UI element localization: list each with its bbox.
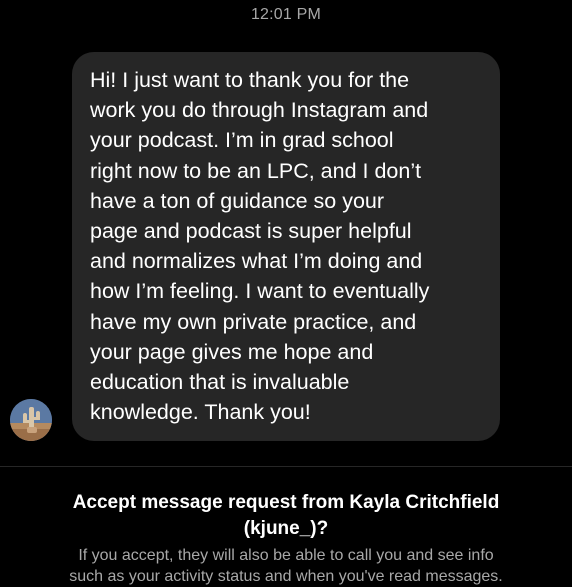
message-line: your podcast. I’m in grad school [90, 128, 394, 153]
message-line: your page gives me hope and [90, 339, 374, 364]
request-title-line: Accept message request from Kayla Critch… [72, 492, 500, 513]
message-bubble[interactable]: Hi! I just want to thank you for the wor… [72, 52, 500, 441]
message-line: how I’m feeling. I want to eventually [90, 279, 430, 304]
message-request-title: Accept message request from Kayla Critch… [20, 490, 552, 542]
message-line: work you do through Instagram and [90, 98, 429, 123]
message-line: and normalizes what I’m doing and [90, 249, 423, 274]
message-request-info: If you accept, they will also be able to… [10, 545, 562, 587]
message-line: have my own private practice, and [90, 309, 417, 334]
section-divider [0, 466, 572, 467]
message-line: have a ton of guidance so your [90, 188, 385, 213]
message-line: right now to be an LPC, and I don’t [90, 158, 422, 183]
message-line: Hi! I just want to thank you for the [90, 68, 410, 92]
message-line: education that is invaluable [90, 370, 350, 395]
request-title-username: (kjune_)? [243, 518, 329, 539]
request-info-line: such as your activity status and when yo… [69, 568, 503, 585]
avatar-photo-icon [10, 399, 52, 441]
request-info-line: If you accept, they will also be able to… [78, 547, 494, 564]
message-line: page and podcast is super helpful [90, 219, 412, 244]
message-line: knowledge. Thank you! [90, 400, 311, 425]
message-timestamp: 12:01 PM [250, 6, 322, 23]
sender-avatar[interactable] [10, 399, 52, 441]
